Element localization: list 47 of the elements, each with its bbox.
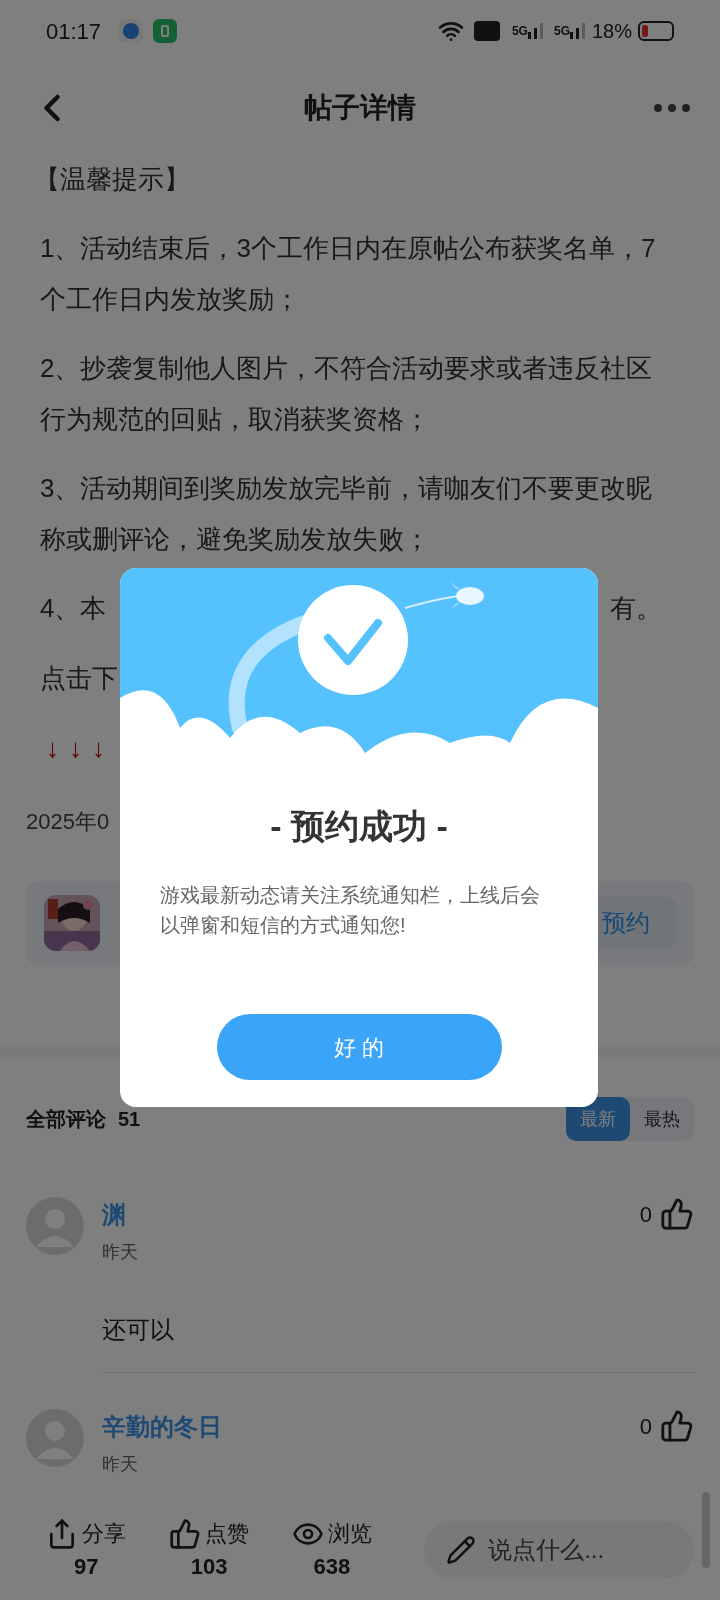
post-paragraph: 2、抄袭复制他人图片，不符合活动要求或者违反社区行为规范的回贴，取消获奖资格； <box>40 352 654 436</box>
app-icon <box>119 19 144 43</box>
like-count: 0 <box>639 1200 652 1229</box>
signal-icon <box>527 23 544 39</box>
action-count: 638 <box>313 1553 351 1581</box>
sort-tab[interactable]: 最新 <box>566 1097 630 1141</box>
network-label: 5G <box>511 23 528 40</box>
dialog-title: - 预约成功 - <box>270 806 448 847</box>
page-title: 帖子详情 <box>304 91 416 125</box>
commenter-name[interactable]: 渊 <box>102 1197 126 1233</box>
battery-icon <box>638 21 674 41</box>
like-count: 0 <box>639 1412 652 1441</box>
thumbs-up-icon <box>169 1517 202 1550</box>
action-label[interactable]: 分享 <box>82 1517 127 1550</box>
comment-text: 还可以 <box>102 1315 175 1345</box>
thumbs-up-icon[interactable] <box>660 1197 694 1231</box>
post-paragraph: 4、本 <box>40 592 107 625</box>
comment-time: 昨天 <box>102 1241 139 1264</box>
battery-percent: 18% <box>591 19 632 44</box>
post-paragraph: 3、活动期间到奖励发放完毕前，请咖友们不要更改昵称或删评论，避免奖励发放失败； <box>40 472 654 556</box>
input-placeholder: 说点什么... <box>488 1535 605 1565</box>
pencil-icon <box>446 1535 477 1565</box>
down-arrow: ↓ <box>69 732 82 765</box>
sort-tab[interactable]: 最热 <box>630 1097 694 1141</box>
comment-time: 昨天 <box>102 1453 139 1476</box>
post-date: 2025年0 <box>26 809 110 834</box>
action-label[interactable]: 点赞 <box>205 1517 250 1550</box>
thumbs-up-icon[interactable] <box>660 1409 694 1443</box>
commenter-name[interactable]: 辛勤的冬日 <box>102 1409 222 1445</box>
post-paragraph: 【温馨提示】 <box>34 163 191 196</box>
action-count: 97 <box>74 1553 99 1581</box>
network-label: 5G <box>553 23 570 40</box>
clock: 01:17 <box>46 17 102 46</box>
confirm-button[interactable]: 好 的 <box>216 1014 502 1080</box>
post-paragraph: 1、活动结束后，3个工作日内在原帖公布获奖名单，7个工作日内发放奖励； <box>40 232 657 316</box>
signal-icon <box>569 23 586 39</box>
battery-saver-icon <box>153 19 178 43</box>
comment-count: 51 <box>118 1107 141 1132</box>
post-paragraph: 点击下 <box>40 662 118 695</box>
action-count: 103 <box>190 1553 228 1581</box>
action-label[interactable]: 浏览 <box>327 1517 372 1550</box>
comment-input[interactable]: 说点什么... <box>424 1521 694 1579</box>
post-paragraph: 有。 <box>610 592 662 625</box>
down-arrow: ↓ <box>46 732 59 765</box>
down-arrow: ↓ <box>92 732 105 765</box>
comments-title: 全部评论 <box>26 1107 106 1132</box>
more-icon[interactable] <box>654 104 690 112</box>
